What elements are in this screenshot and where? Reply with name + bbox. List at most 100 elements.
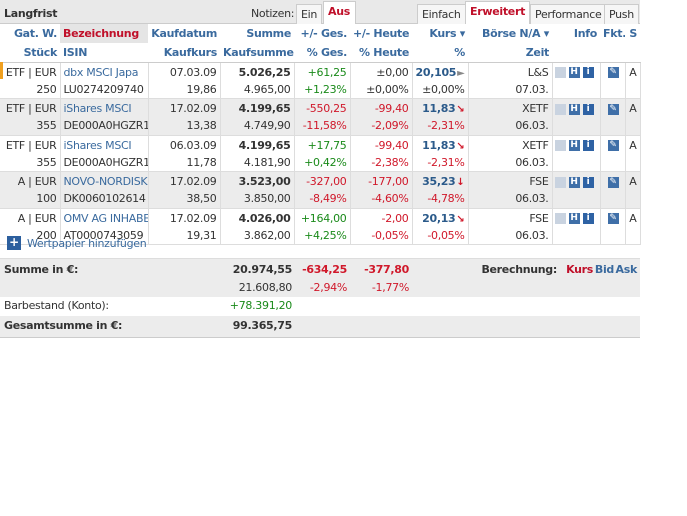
info-icon[interactable]: i	[582, 140, 594, 151]
security-name-link[interactable]: OMV AG INHABE	[60, 208, 149, 228]
price-value: 35,23	[422, 175, 456, 188]
list-icon[interactable]	[554, 140, 566, 151]
edit-icon[interactable]: ✎	[607, 67, 619, 78]
trend-down-icon: ↘	[456, 213, 465, 225]
tab-performance[interactable]: Performance	[530, 4, 607, 24]
chart-icon[interactable]: H	[568, 176, 580, 188]
security-name-link[interactable]: NOVO-NORDISK	[60, 171, 149, 191]
tab-notes-on[interactable]: Ein	[296, 4, 323, 24]
security-name-link[interactable]: iShares MSCI	[60, 98, 149, 118]
exchange: XETF	[468, 135, 553, 155]
info-icon[interactable]: i	[582, 176, 594, 188]
calc-option-ask[interactable]: Ask	[616, 263, 638, 276]
chart-icon[interactable]: H	[568, 67, 580, 78]
edit-icon[interactable]: ✎	[607, 140, 619, 151]
col-header-heute[interactable]: +/- Heute	[350, 24, 412, 43]
tab-notes-off[interactable]: Aus	[323, 1, 356, 24]
col-header-stueck[interactable]: Stück	[0, 43, 60, 63]
empty	[552, 81, 601, 99]
col-header-kaufkurs[interactable]: Kaufkurs	[148, 43, 220, 63]
empty	[625, 191, 641, 209]
purchase-price: 11,78	[148, 154, 221, 172]
info-icon[interactable]: i	[582, 213, 594, 224]
empty	[600, 191, 626, 209]
col-header-empty	[625, 43, 640, 63]
change-today: -2,00	[350, 208, 413, 228]
change-total-pct: -11,58%	[294, 118, 351, 136]
purchase-date: 17.02.09	[148, 98, 221, 118]
col-header-kurs-pct[interactable]: %	[412, 43, 468, 63]
col-header-bezeichnung[interactable]: Bezeichnung	[60, 24, 148, 43]
col-header-kurs[interactable]: Kurs ▾	[412, 24, 468, 43]
price-value: 11,83	[422, 138, 456, 152]
price: 11,83↘	[412, 98, 469, 118]
chart-icon[interactable]: H	[568, 140, 580, 151]
col-header-ges[interactable]: +/- Ges.	[294, 24, 350, 43]
change-total: -550,25	[294, 98, 351, 118]
isin: DE000A0HGZR1	[60, 118, 149, 136]
price-change-pct: -0,05%	[412, 227, 469, 245]
edit-icon[interactable]: ✎	[607, 103, 619, 115]
exchange: L&S	[468, 62, 553, 82]
add-security-icon[interactable]: +	[7, 236, 21, 250]
col-header-isin[interactable]: ISIN	[60, 43, 148, 63]
calc-option-bid[interactable]: Bid	[595, 263, 614, 276]
col-header-s[interactable]: S	[625, 24, 640, 43]
info-icon[interactable]: i	[582, 103, 594, 115]
type-currency: ETF | EUR	[0, 98, 61, 118]
info-icon[interactable]: i	[582, 67, 594, 78]
portfolio-header: Langfrist Notizen: Ein Aus Einfach Erwei…	[0, 0, 640, 24]
col-header-zeit[interactable]: Zeit	[468, 43, 552, 63]
security-name-link[interactable]: iShares MSCI	[60, 135, 149, 155]
col-header-heute-pct[interactable]: % Heute	[350, 43, 412, 63]
tab-einfach[interactable]: Einfach	[417, 4, 466, 24]
type-currency: A | EUR	[0, 208, 61, 228]
table-row: ETF | EUR dbx MSCI Japa 07.03.09 5.026,2…	[0, 62, 641, 82]
isin: LU0274209740	[60, 81, 149, 99]
change-today-pct: -4,60%	[350, 191, 413, 209]
list-icon[interactable]	[554, 213, 566, 224]
chart-icon[interactable]: H	[568, 213, 580, 224]
col-header-info[interactable]: Info	[552, 24, 600, 43]
calc-label: Berechnung:	[481, 263, 557, 276]
list-icon[interactable]	[554, 176, 566, 188]
purchase-price: 13,38	[148, 118, 221, 136]
security-name-link[interactable]: dbx MSCI Japa	[60, 62, 149, 82]
price-change-pct: -2,31%	[412, 118, 469, 136]
col-header-kaufdatum[interactable]: Kaufdatum	[148, 24, 220, 43]
col-header-fkt[interactable]: Fkt.	[600, 24, 625, 43]
price: 11,83↘	[412, 135, 469, 155]
col-header-summe[interactable]: Summe	[220, 24, 294, 43]
time: 06.03.	[468, 154, 553, 172]
list-icon[interactable]	[554, 103, 566, 115]
price-change-pct: -4,78%	[412, 191, 469, 209]
summary-label: Summe in €:	[4, 263, 79, 276]
table-row: ETF | EUR iShares MSCI 06.03.09 4.199,65…	[0, 135, 641, 155]
col-header-empty	[552, 43, 600, 63]
empty	[600, 154, 626, 172]
tab-erweitert[interactable]: Erweitert	[465, 1, 531, 24]
col-header-ges-pct[interactable]: % Ges.	[294, 43, 350, 63]
change-today-pct: ±0,00%	[350, 81, 413, 99]
col-header-type-currency[interactable]: Gat. W.	[0, 24, 60, 43]
edit-icon[interactable]: ✎	[607, 176, 619, 188]
tab-push[interactable]: Push	[604, 4, 639, 24]
add-security-link[interactable]: Wertpapier hinzufügen	[27, 237, 147, 250]
empty	[552, 227, 601, 245]
isin: DK0060102614	[60, 191, 149, 209]
table-row: A | EUR NOVO-NORDISK 17.02.09 3.523,00 -…	[0, 171, 641, 191]
empty	[625, 81, 641, 99]
chart-icon[interactable]: H	[568, 103, 580, 115]
list-icon[interactable]	[554, 67, 566, 78]
trend-down-icon: ↘	[456, 140, 465, 152]
table-row-detail: 355 DE000A0HGZR1 11,78 4.181,90 +0,42% -…	[0, 154, 641, 172]
table-row: ETF | EUR iShares MSCI 17.02.09 4.199,65…	[0, 98, 641, 118]
edit-icon[interactable]: ✎	[607, 213, 619, 224]
summary-heute-pct: -1,77%	[371, 281, 409, 294]
change-total: -327,00	[294, 171, 351, 191]
col-header-boerse[interactable]: Börse N/A ▾	[468, 24, 552, 43]
calc-option-kurs[interactable]: Kurs	[566, 263, 593, 276]
functions: ✎	[600, 171, 626, 191]
table-row-detail: 355 DE000A0HGZR1 13,38 4.749,90 -11,58% …	[0, 118, 641, 136]
col-header-kaufsumme[interactable]: Kaufsumme	[220, 43, 294, 63]
